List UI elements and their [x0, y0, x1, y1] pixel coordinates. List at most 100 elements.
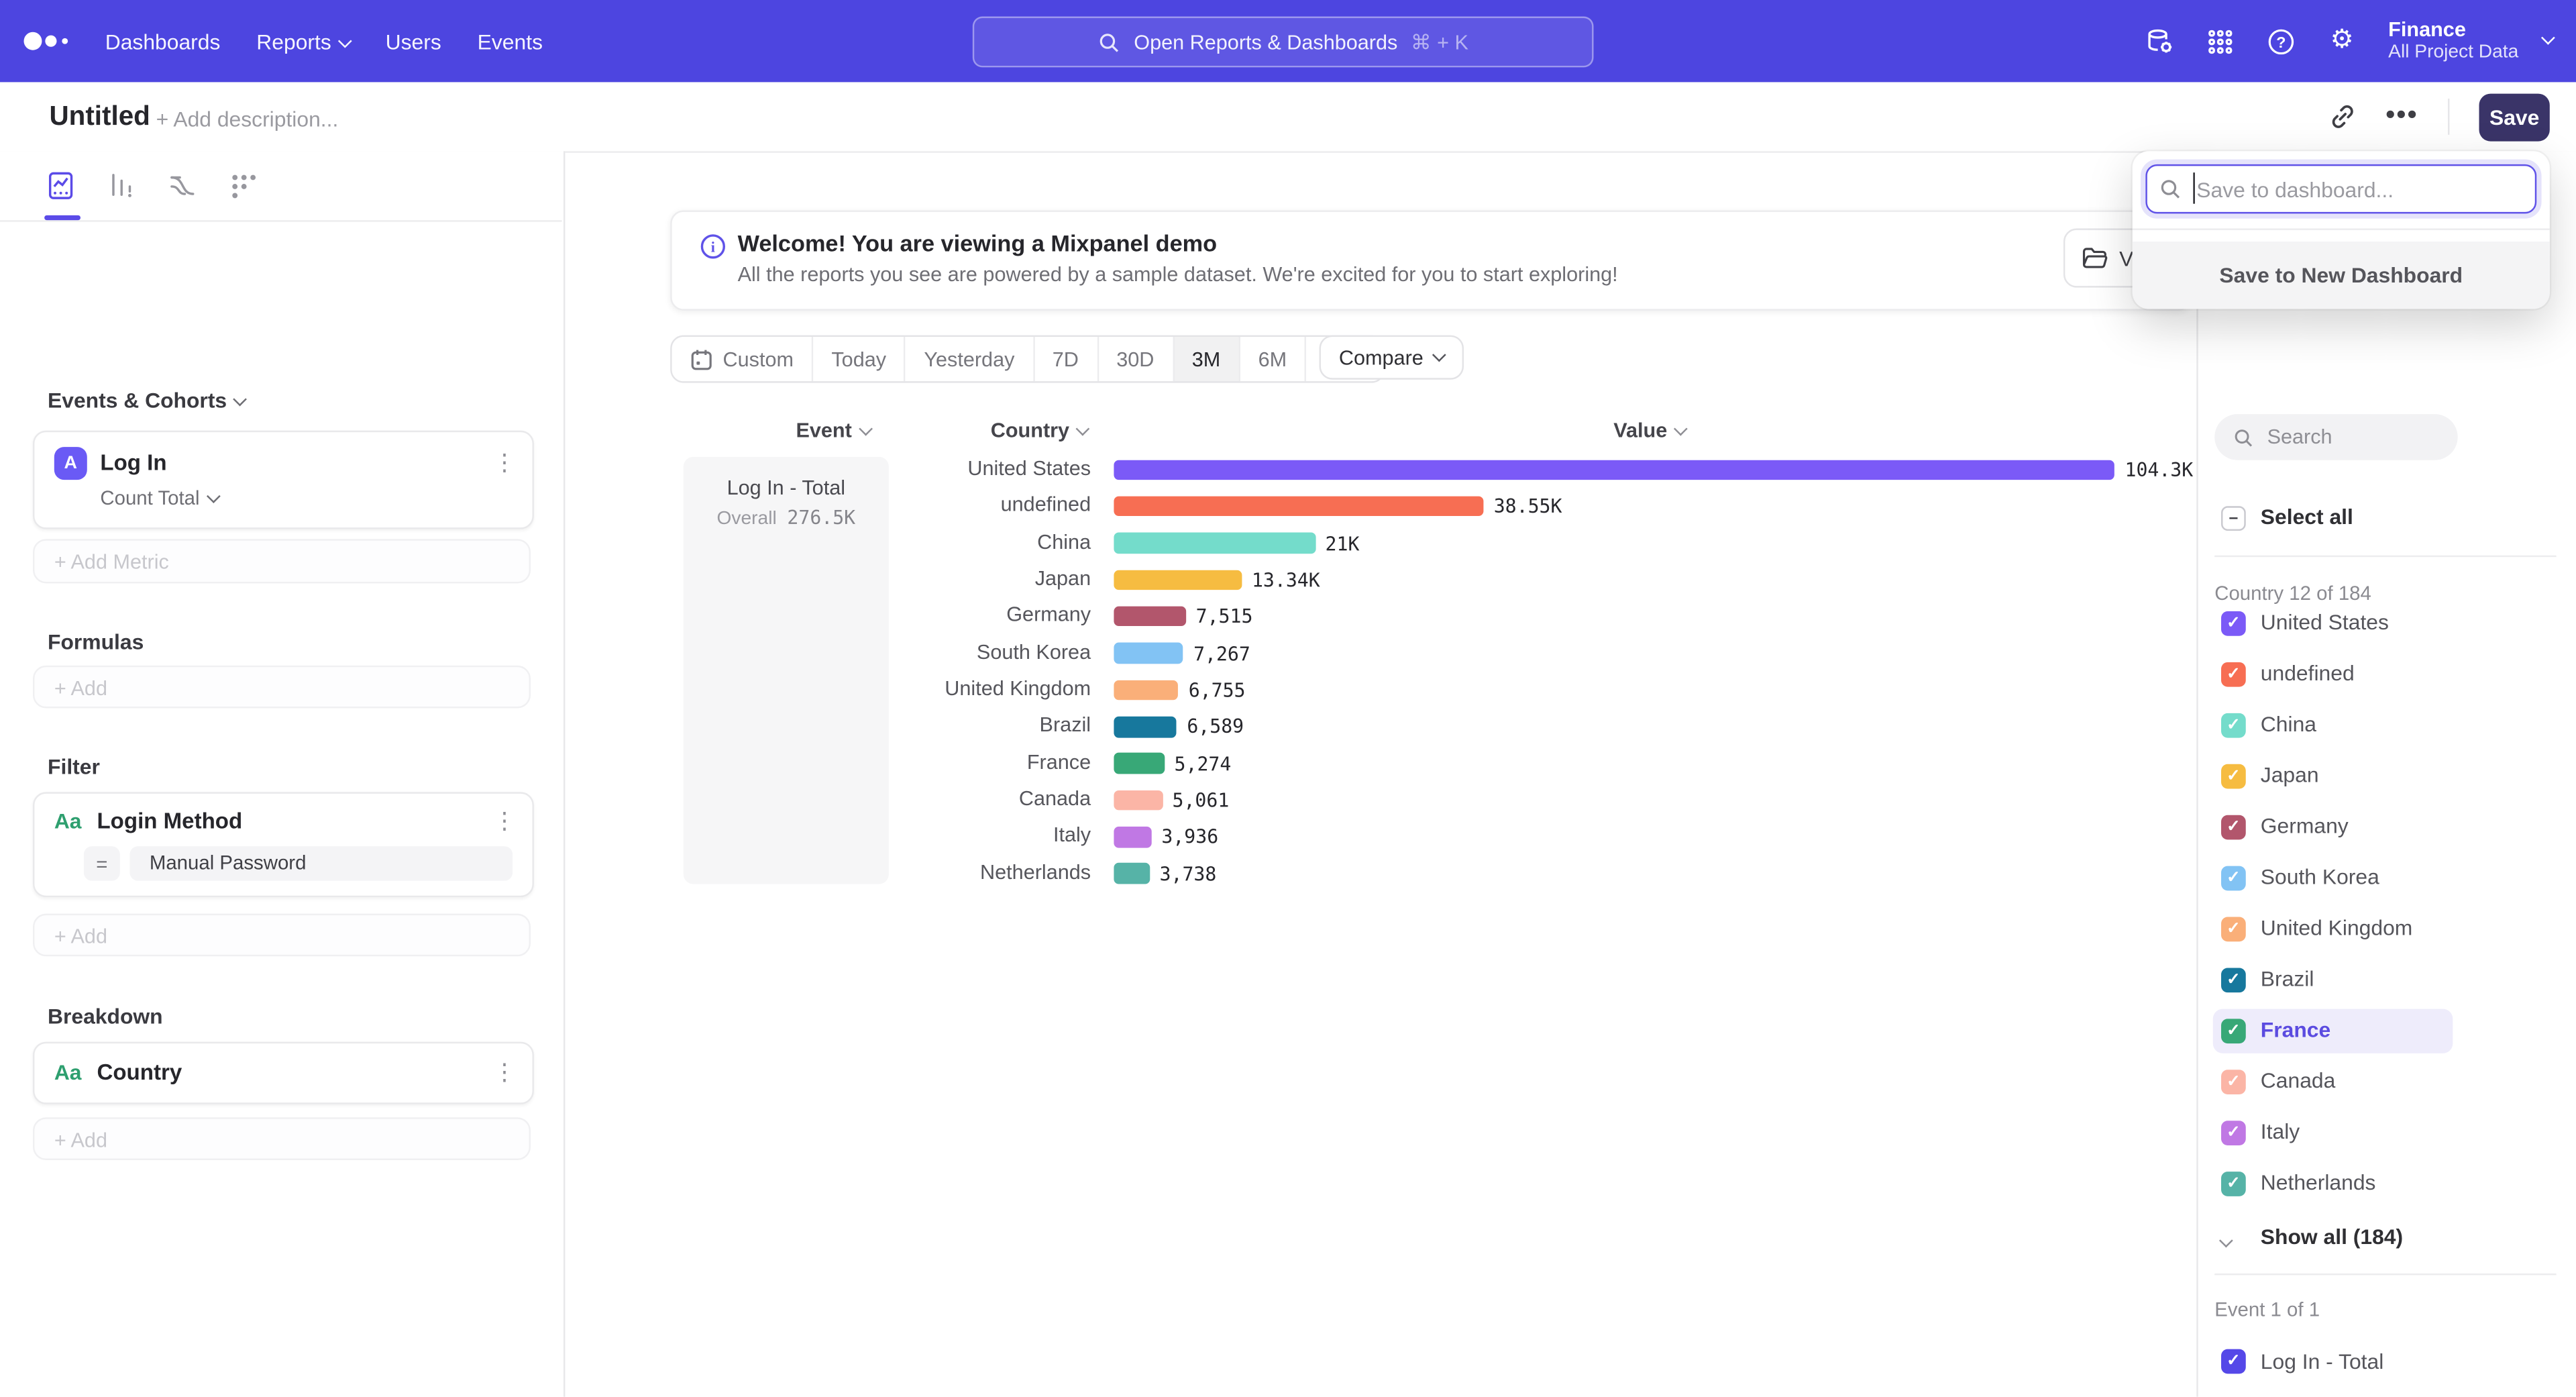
breakdown-options-icon[interactable]: ⋮	[493, 1058, 516, 1086]
legend-label-united-kingdom[interactable]: United Kingdom	[2261, 915, 2413, 940]
nav-item-reports[interactable]: Reports	[256, 29, 349, 54]
select-all-checkbox[interactable]: –	[2221, 506, 2246, 531]
nav-item-events[interactable]: Events	[478, 29, 543, 54]
filter-card[interactable]: Aa Login Method ⋮ = Manual Password	[33, 792, 534, 897]
bar-canada[interactable]	[1114, 790, 1162, 811]
range-custom[interactable]: Custom	[672, 337, 814, 381]
event-series-cell[interactable]: Log In - Total Overall 276.5K	[684, 457, 889, 884]
bar-category-label: Japan	[690, 567, 1091, 590]
select-all-label[interactable]: Select all	[2261, 505, 2353, 529]
range-30d[interactable]: 30D	[1098, 337, 1174, 381]
bar-japan[interactable]	[1114, 570, 1242, 590]
filter-property-name[interactable]: Login Method	[97, 809, 242, 833]
legend-checkbox-france[interactable]: ✓	[2221, 1018, 2246, 1043]
legend-label-brazil[interactable]: Brazil	[2261, 966, 2314, 991]
event-checkbox-label[interactable]: Log In - Total	[2261, 1349, 2383, 1374]
legend-search-input[interactable]: Search	[2214, 414, 2457, 460]
legend-label-united-states[interactable]: United States	[2261, 610, 2389, 635]
legend-checkbox-undefined[interactable]: ✓	[2221, 662, 2246, 686]
range-today[interactable]: Today	[813, 337, 906, 381]
legend-checkbox-netherlands[interactable]: ✓	[2221, 1171, 2246, 1196]
legend-checkbox-japan[interactable]: ✓	[2221, 764, 2246, 788]
range-yesterday[interactable]: Yesterday	[906, 337, 1034, 381]
legend-checkbox-china[interactable]: ✓	[2221, 713, 2246, 737]
tab-funnels[interactable]	[107, 171, 136, 201]
legend-label-netherlands[interactable]: Netherlands	[2261, 1170, 2376, 1195]
mixpanel-logo-icon[interactable]	[23, 30, 78, 52]
bar-france[interactable]	[1114, 753, 1164, 774]
bar-south-korea[interactable]	[1114, 643, 1183, 664]
bar-value-label: 6,589	[1187, 715, 1244, 738]
legend-checkbox-brazil[interactable]: ✓	[2221, 967, 2246, 992]
legend-checkbox-germany[interactable]: ✓	[2221, 814, 2246, 839]
tab-flows[interactable]	[168, 171, 197, 201]
metric-options-icon[interactable]: ⋮	[493, 449, 516, 477]
range-7d[interactable]: 7D	[1034, 337, 1098, 381]
bar-china[interactable]	[1114, 533, 1315, 554]
legend-label-japan[interactable]: Japan	[2261, 762, 2319, 787]
bar-brazil[interactable]	[1114, 717, 1177, 737]
banner-button-label: V	[2119, 246, 2133, 270]
add-formula-button[interactable]: + Add	[33, 666, 531, 709]
event-section-header: Event 1 of 1	[2214, 1298, 2320, 1321]
bar-netherlands[interactable]	[1114, 864, 1149, 884]
legend-label-china[interactable]: China	[2261, 711, 2316, 736]
add-description-button[interactable]: + Add description...	[156, 107, 339, 132]
legend-label-canada[interactable]: Canada	[2261, 1068, 2336, 1093]
legend-checkbox-south-korea[interactable]: ✓	[2221, 865, 2246, 890]
copy-link-icon[interactable]	[2330, 103, 2356, 130]
event-checkbox[interactable]: ✓	[2221, 1349, 2246, 1374]
report-title[interactable]: Untitled	[49, 102, 150, 134]
metric-card[interactable]: A Log In ⋮ Count Total	[33, 431, 534, 529]
global-search-button[interactable]: Open Reports & Dashboards ⌘ + K	[973, 16, 1594, 67]
search-icon	[2159, 177, 2182, 200]
add-breakdown-button[interactable]: + Add	[33, 1117, 531, 1160]
legend-label-germany[interactable]: Germany	[2261, 813, 2349, 838]
project-switcher[interactable]: Finance All Project Data	[2388, 18, 2553, 64]
bar-united-states[interactable]	[1114, 460, 2114, 480]
bar-germany[interactable]	[1114, 607, 1186, 627]
filter-operator-dropdown[interactable]: =	[84, 846, 120, 880]
add-filter-button[interactable]: + Add	[33, 914, 531, 957]
column-header-country[interactable]: Country	[991, 419, 1087, 442]
legend-checkbox-canada[interactable]: ✓	[2221, 1069, 2246, 1094]
legend-label-italy[interactable]: Italy	[2261, 1119, 2300, 1144]
save-button[interactable]: Save	[2479, 93, 2550, 140]
range-6m[interactable]: 6M	[1240, 337, 1307, 381]
breakdown-card[interactable]: Aa Country ⋮	[33, 1042, 534, 1104]
bar-italy[interactable]	[1114, 827, 1151, 847]
more-options-icon[interactable]: •••	[2385, 102, 2418, 132]
legend-checkbox-united-states[interactable]: ✓	[2221, 611, 2246, 635]
compare-dropdown[interactable]: Compare	[1320, 335, 1465, 380]
apps-grid-icon[interactable]	[2208, 29, 2233, 54]
range-3m[interactable]: 3M	[1174, 337, 1240, 381]
add-metric-button[interactable]: + Add Metric	[33, 539, 531, 583]
events-cohorts-header[interactable]: Events & Cohorts	[48, 388, 245, 413]
data-management-icon[interactable]	[2146, 27, 2174, 55]
column-header-value[interactable]: Value	[1567, 419, 1731, 442]
settings-gear-icon[interactable]: ⚙	[2330, 28, 2354, 54]
save-to-dashboard-input[interactable]	[2145, 164, 2536, 213]
tab-insights[interactable]	[46, 171, 76, 201]
legend-checkbox-united-kingdom[interactable]: ✓	[2221, 916, 2246, 941]
filter-options-icon[interactable]: ⋮	[493, 807, 516, 835]
bar-united-kingdom[interactable]	[1114, 680, 1179, 701]
save-to-new-dashboard-button[interactable]: Save to New Dashboard	[2133, 242, 2550, 309]
metric-event-name[interactable]: Log In	[100, 450, 166, 475]
tab-retention[interactable]	[228, 171, 258, 201]
filter-value-dropdown[interactable]: Manual Password	[129, 846, 513, 880]
legend-label-france[interactable]: France	[2261, 1017, 2330, 1042]
legend-label-undefined[interactable]: undefined	[2261, 660, 2355, 685]
legend-checkbox-italy[interactable]: ✓	[2221, 1120, 2246, 1145]
metric-aggregation-dropdown[interactable]: Count Total	[100, 486, 217, 509]
bar-undefined[interactable]	[1114, 496, 1484, 517]
nav-item-users[interactable]: Users	[386, 29, 441, 54]
bar-category-label: United States	[690, 456, 1091, 479]
help-icon[interactable]: ?	[2268, 27, 2296, 55]
nav-item-dashboards[interactable]: Dashboards	[105, 29, 221, 54]
column-header-event[interactable]: Event	[751, 419, 915, 442]
legend-label-south-korea[interactable]: South Korea	[2261, 864, 2379, 889]
legend-search-placeholder: Search	[2267, 425, 2332, 448]
show-all-button[interactable]: Show all (184)	[2261, 1224, 2403, 1249]
breakdown-property-name[interactable]: Country	[97, 1060, 182, 1085]
